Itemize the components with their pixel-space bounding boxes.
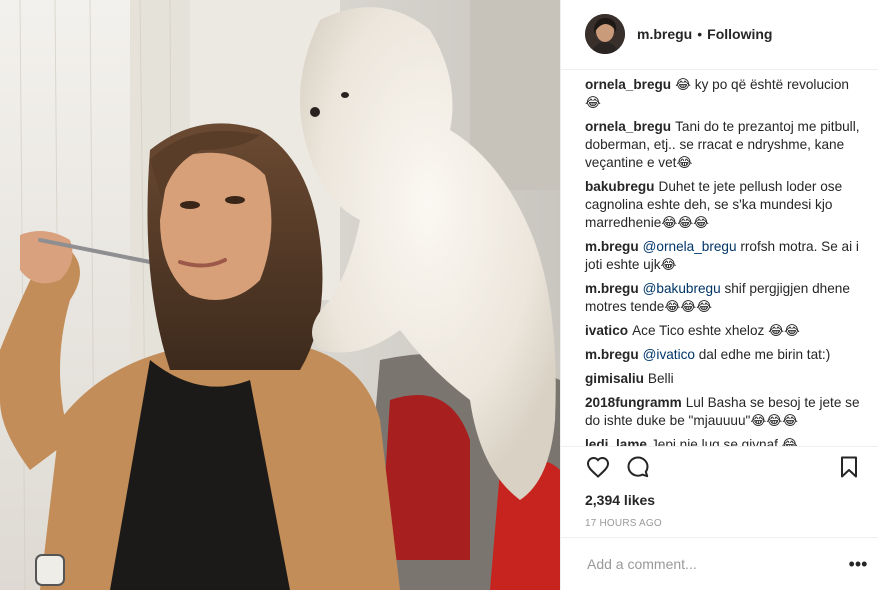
- post-timestamp[interactable]: 17 HOURS AGO: [561, 511, 878, 537]
- header-separator: •: [697, 26, 703, 43]
- comment-author[interactable]: ledi_lame: [585, 437, 647, 446]
- comment-author[interactable]: ornela_bregu: [585, 77, 671, 92]
- comment-input[interactable]: [585, 555, 846, 574]
- post-username[interactable]: m.bregu: [637, 26, 692, 42]
- comment-item: 2018fungramm Lul Basha se besoj te jete s…: [585, 394, 862, 430]
- comment-mention[interactable]: @ivatico: [643, 347, 695, 362]
- comment-author[interactable]: ornela_bregu: [585, 119, 671, 134]
- post-header: m.bregu • Following: [561, 0, 878, 70]
- comment-author[interactable]: m.bregu: [585, 239, 639, 254]
- comment-text: Belli: [647, 370, 674, 386]
- bookmark-icon[interactable]: [836, 454, 862, 480]
- comment-author[interactable]: m.bregu: [585, 281, 639, 296]
- following-button[interactable]: Following: [707, 26, 772, 42]
- comment-text: Ace Tico eshte xheloz 😂😂: [632, 322, 800, 338]
- comment-author[interactable]: ivatico: [585, 323, 628, 338]
- more-options-button[interactable]: •••: [846, 552, 870, 576]
- heart-icon[interactable]: [585, 454, 611, 480]
- comment-text: dal edhe me birin tat:): [698, 346, 831, 362]
- comment-item: ledi_lame Jepi nje lug se gjynaf 😂: [585, 436, 862, 446]
- photo-illustration: [0, 0, 560, 590]
- comment-mention[interactable]: @bakubregu: [643, 281, 721, 296]
- comment-item: m.bregu @ivatico dal edhe me birin tat:): [585, 346, 862, 364]
- comment-icon[interactable]: [625, 454, 651, 480]
- comment-mention[interactable]: @ornela_bregu: [643, 239, 737, 254]
- avatar-image: [585, 14, 625, 55]
- post-actions: [561, 445, 878, 487]
- comment-author[interactable]: 2018fungramm: [585, 395, 682, 410]
- post-photo[interactable]: [0, 0, 560, 590]
- comment-author[interactable]: bakubregu: [585, 179, 655, 194]
- comment-item: gimisaliu Belli: [585, 370, 862, 388]
- comment-author[interactable]: gimisaliu: [585, 371, 644, 386]
- comment-item: bakubregu Duhet te jete pellush loder ose…: [585, 178, 862, 232]
- comment-item: m.bregu @bakubregu shif pergjigjen dhene …: [585, 280, 862, 316]
- likes-count[interactable]: 2,394 likes: [561, 487, 878, 511]
- comment-item: ornela_bregu 😂 ky po që është revolucion …: [585, 76, 862, 112]
- post-sidebar: m.bregu • Following ornela_bregu 😂 ky po …: [560, 0, 878, 590]
- instagram-post: m.bregu • Following ornela_bregu 😂 ky po …: [0, 0, 878, 590]
- comment-item: ornela_bregu Tani do te prezantoj me pitb…: [585, 118, 862, 172]
- comment-text: Jepi nje lug se gjynaf 😂: [650, 436, 798, 446]
- comment-author[interactable]: m.bregu: [585, 347, 639, 362]
- comments-list[interactable]: ornela_bregu 😂 ky po që është revolucion …: [561, 70, 878, 446]
- add-comment-bar: •••: [561, 537, 878, 590]
- comment-item: ivatico Ace Tico eshte xheloz 😂😂: [585, 322, 862, 340]
- avatar[interactable]: [585, 14, 625, 55]
- comment-item: m.bregu @ornela_bregu rrofsh motra. Se ai…: [585, 238, 862, 274]
